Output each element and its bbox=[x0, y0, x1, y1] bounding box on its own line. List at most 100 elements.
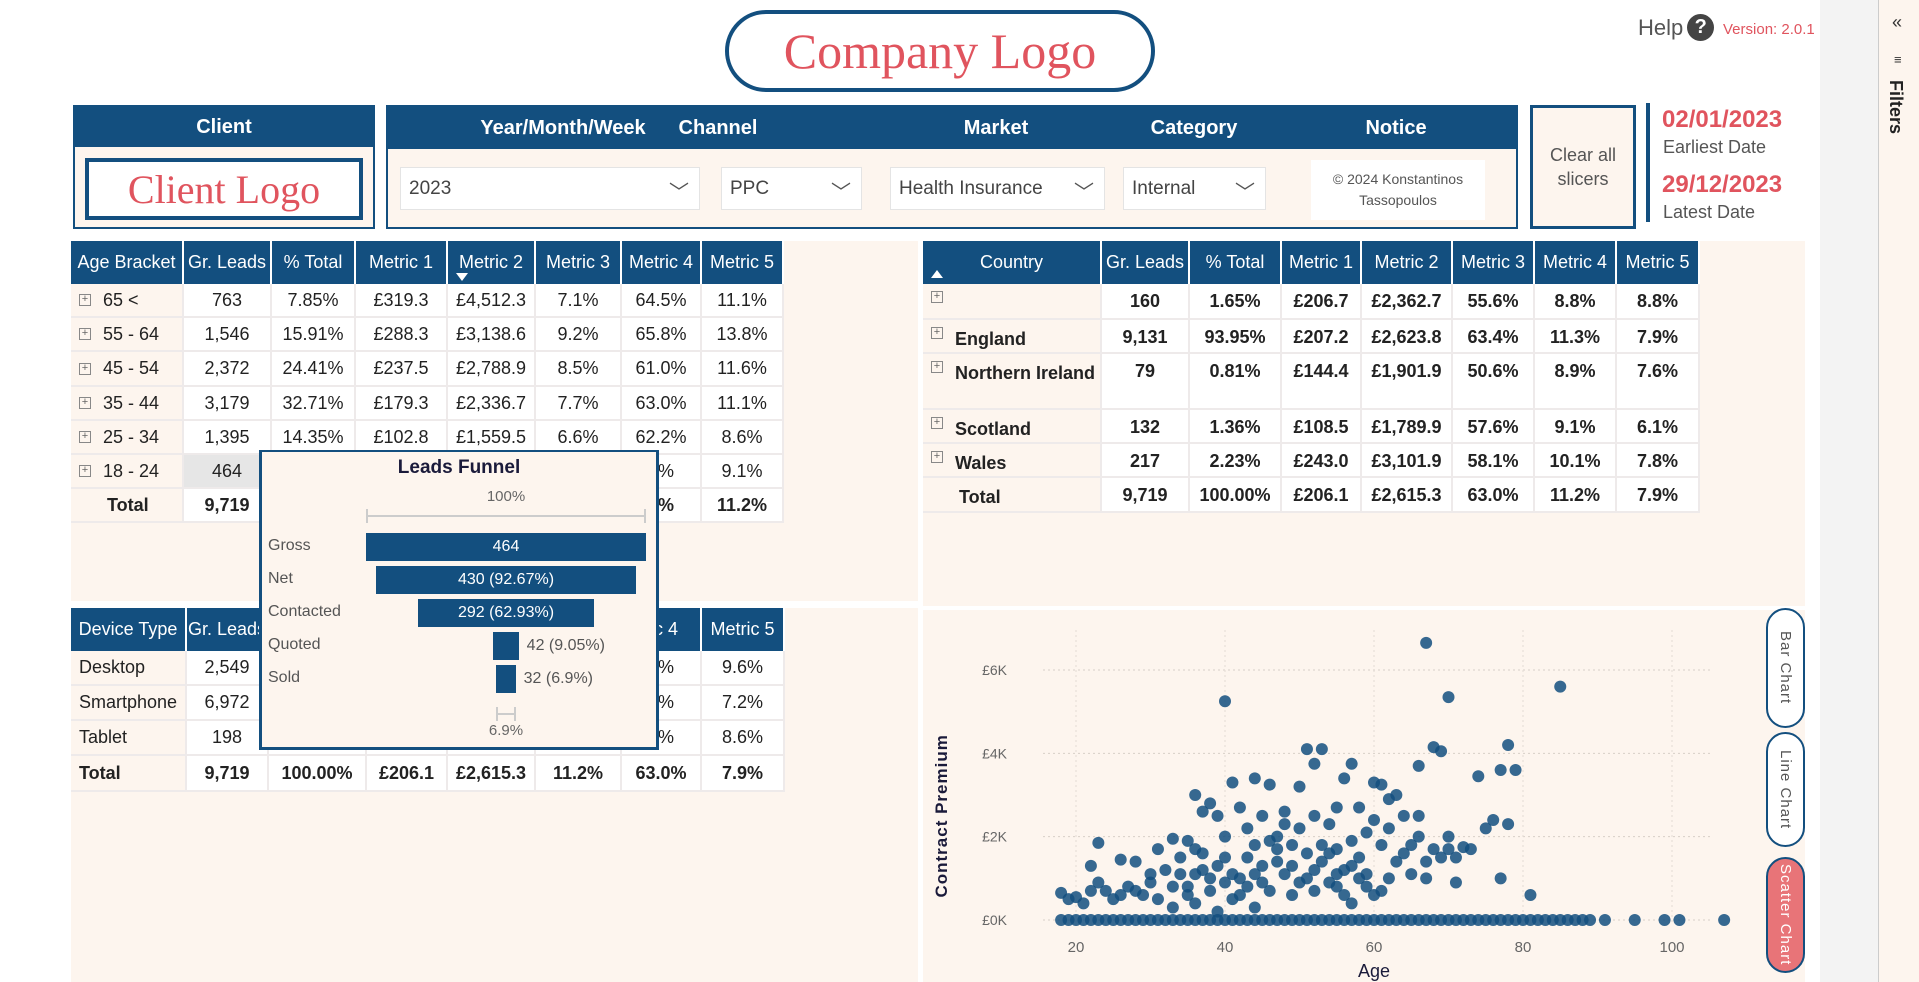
leads-funnel-tooltip: Leads Funnel 100% Gross 464 Net 430 (92.67%… bbox=[259, 450, 659, 750]
expand-icon[interactable]: + bbox=[79, 294, 91, 306]
scatter-chart[interactable]: £0K £2K £4K £6K 20 40 60 80 100 Age Contract Premi… bbox=[923, 610, 1763, 982]
column-header[interactable]: Gr. Leads bbox=[184, 241, 272, 284]
column-header[interactable]: % Total bbox=[1190, 241, 1282, 284]
channel-dropdown[interactable]: PPC ﹀ bbox=[721, 167, 862, 210]
y-tick-label: £4K bbox=[982, 745, 1008, 761]
column-header[interactable]: Metric 5 bbox=[702, 608, 785, 651]
category-value: Internal bbox=[1132, 177, 1196, 199]
column-header[interactable]: Metric 1 bbox=[1282, 241, 1362, 284]
scatter-chart-toggle[interactable]: Scatter Chart bbox=[1766, 857, 1805, 973]
cell-text: Northern Ireland bbox=[955, 363, 1096, 383]
cell-text: 2.23% bbox=[1209, 451, 1261, 471]
column-header[interactable]: Metric 5 bbox=[1617, 241, 1700, 284]
expand-icon[interactable]: + bbox=[931, 451, 943, 463]
table-cell: 2,372 bbox=[184, 352, 272, 385]
clear-all-slicers-button[interactable]: Clear all slicers bbox=[1530, 105, 1636, 229]
cell-text: 160 bbox=[1129, 291, 1161, 311]
data-point bbox=[1062, 893, 1075, 906]
column-header[interactable]: Metric 4 bbox=[622, 241, 702, 284]
funnel-bar-label: 32 (6.9%) bbox=[523, 670, 594, 687]
column-header-label: Device Type bbox=[78, 619, 178, 639]
expand-icon[interactable]: + bbox=[79, 362, 91, 375]
column-header[interactable]: Gr. Leads bbox=[1102, 241, 1190, 284]
column-header[interactable]: Metric 3 bbox=[1453, 241, 1535, 284]
filters-pane[interactable]: « ≡ Filters bbox=[1879, 0, 1919, 982]
cell-text: 7.7% bbox=[557, 392, 599, 413]
expand-icon[interactable]: + bbox=[931, 417, 943, 429]
cell-text: £2,623.8 bbox=[1371, 327, 1442, 347]
slicer-header-channel: Channel bbox=[678, 117, 758, 139]
column-header[interactable]: Metric 3 bbox=[536, 241, 622, 284]
data-point bbox=[1502, 739, 1515, 751]
data-point bbox=[1420, 872, 1433, 885]
cell-text: 217 bbox=[1129, 451, 1161, 471]
column-header[interactable]: Age Bracket bbox=[71, 241, 184, 284]
expand-icon[interactable]: + bbox=[931, 361, 943, 373]
x-tick-label: 20 bbox=[1068, 939, 1085, 956]
funnel-title: Leads Funnel bbox=[397, 457, 521, 478]
column-header[interactable]: % Total bbox=[272, 241, 356, 284]
line-chart-toggle[interactable]: Line Chart bbox=[1766, 732, 1805, 847]
help-button[interactable]: Help ? bbox=[1638, 14, 1715, 41]
data-point bbox=[1584, 914, 1597, 926]
market-dropdown[interactable]: Health Insurance ﹀ bbox=[890, 167, 1105, 210]
cell-text: 6,972 bbox=[204, 692, 250, 712]
expand-icon[interactable]: + bbox=[931, 291, 943, 303]
column-header-label: Country bbox=[979, 252, 1044, 272]
data-point bbox=[1181, 889, 1194, 901]
data-point bbox=[1129, 884, 1142, 897]
cell-text: 24.41% bbox=[282, 358, 344, 378]
data-point bbox=[1278, 805, 1291, 818]
expand-icon[interactable]: + bbox=[79, 328, 91, 340]
funnel-stage-label: Sold bbox=[268, 669, 301, 686]
cell-text: 13.8% bbox=[716, 323, 768, 344]
column-header[interactable]: Metric 5 bbox=[702, 241, 784, 284]
table-cell: 1,546 bbox=[184, 318, 272, 350]
column-header[interactable]: Country bbox=[923, 241, 1102, 284]
data-point bbox=[1330, 801, 1343, 814]
cell-text: 63.0% bbox=[635, 392, 687, 413]
row-label: +35 - 44 bbox=[71, 387, 184, 419]
table-cell: 11.6% bbox=[702, 352, 784, 385]
cell-text: £237.5 bbox=[373, 358, 429, 378]
y-tick-label: £6K bbox=[982, 662, 1008, 678]
chevron-down-icon: ﹀ bbox=[669, 182, 689, 204]
column-header[interactable]: Metric 1 bbox=[356, 241, 448, 284]
data-point bbox=[1286, 859, 1299, 872]
column-header[interactable]: Device Type bbox=[71, 608, 187, 651]
column-header[interactable]: Metric 4 bbox=[1535, 241, 1617, 284]
chevron-down-icon: ﹀ bbox=[1235, 182, 1255, 204]
sort-ascending-icon bbox=[931, 270, 943, 278]
funnel-bar bbox=[493, 632, 519, 660]
filters-label[interactable]: Filters bbox=[1885, 80, 1906, 134]
table-cell: 32.71% bbox=[272, 387, 356, 419]
column-header[interactable]: Metric 2 bbox=[1362, 241, 1453, 284]
expand-icon[interactable]: + bbox=[931, 327, 943, 339]
table-cell: £144.4 bbox=[1282, 354, 1362, 408]
row-label: +25 - 34 bbox=[71, 421, 184, 453]
data-point bbox=[1449, 851, 1462, 864]
year-dropdown[interactable]: 2023 ﹀ bbox=[400, 167, 700, 210]
cell-text: 7.2% bbox=[721, 692, 764, 712]
category-dropdown[interactable]: Internal ﹀ bbox=[1123, 167, 1266, 210]
row-label: + Scotland bbox=[923, 410, 1102, 442]
table-cell: £206.1 bbox=[367, 756, 448, 790]
bar-chart-toggle[interactable]: Bar Chart bbox=[1766, 608, 1805, 728]
column-header[interactable]: Metric 2 bbox=[448, 241, 536, 284]
row-label: +55 - 64 bbox=[71, 318, 184, 350]
cell-text: 55.6% bbox=[1467, 291, 1519, 311]
expand-icon[interactable]: + bbox=[79, 397, 91, 409]
expand-icon[interactable]: + bbox=[79, 431, 91, 443]
cell-text: Total bbox=[959, 487, 1001, 507]
expand-icon[interactable]: + bbox=[79, 465, 91, 477]
slicer-panel: Year/Month/Week Channel Market Category … bbox=[386, 105, 1518, 229]
double-chevron-left-icon[interactable]: « bbox=[1892, 12, 1902, 33]
column-header-label: Gr. Leads bbox=[187, 252, 267, 272]
column-header[interactable]: Gr. Leads bbox=[187, 608, 269, 651]
data-point bbox=[1248, 868, 1261, 881]
row-label: Total bbox=[923, 478, 1102, 511]
help-label: Help bbox=[1638, 14, 1684, 40]
cell-text: 7.9% bbox=[1636, 485, 1679, 505]
table-row: + Wales 217 2.23% £243.0 £3,101.9 58.1% 10.1% 7.… bbox=[923, 444, 1700, 478]
table-cell: 24.41% bbox=[272, 352, 356, 385]
